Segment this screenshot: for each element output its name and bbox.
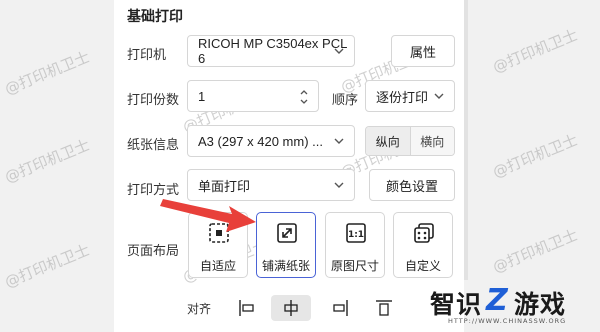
logo-text-right: 游戏 [514,290,567,319]
site-logo: 智识 游戏 Z HTTP://WWW.CHINASSW.ORG [430,283,600,332]
logo-z-mark: Z [486,283,508,318]
logo-url: HTTP://WWW.CHINASSW.ORG [448,317,567,325]
logo-text-left: 智识 [430,290,483,319]
